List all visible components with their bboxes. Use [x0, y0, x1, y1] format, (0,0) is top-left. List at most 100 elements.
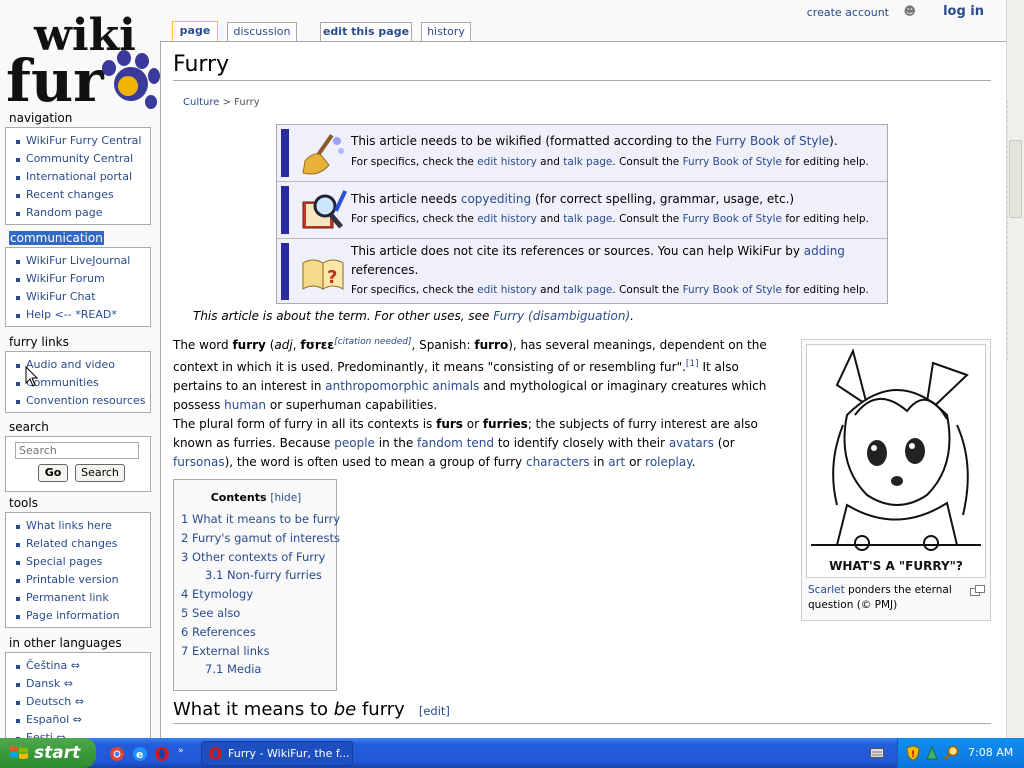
sidebar-item-lang-es[interactable]: Español ⇔: [16, 711, 146, 729]
svg-text:»: »: [178, 746, 184, 756]
sidebar-item-convention-resources[interactable]: Convention resources: [16, 392, 146, 410]
notice-bar: [281, 243, 289, 300]
roleplay-link[interactable]: roleplay: [645, 455, 691, 469]
enlarge-icon[interactable]: [970, 585, 985, 596]
fursonas-link[interactable]: fursonas: [173, 455, 225, 469]
toc-hide-link[interactable]: [hide]: [270, 492, 301, 504]
edit-history-link[interactable]: edit history: [477, 156, 537, 168]
avatars-link[interactable]: avatars: [669, 436, 714, 450]
portlet-tools: tools What links here Related changes Sp…: [5, 495, 151, 628]
sidebar-item-lang-da[interactable]: Dansk ⇔: [16, 675, 146, 693]
svg-text:!: !: [911, 750, 915, 760]
talk-page-link[interactable]: talk page: [563, 213, 612, 225]
sidebar-item-wikifur-furry-central[interactable]: WikiFur Furry Central: [16, 132, 146, 150]
toc-item[interactable]: 2 Furry's gamut of interests: [181, 531, 340, 545]
sidebar-item-related-changes[interactable]: Related changes: [16, 535, 146, 553]
network-icon[interactable]: [925, 745, 939, 761]
portlet-tools-title: tools: [9, 496, 38, 510]
go-button[interactable]: Go: [38, 464, 68, 482]
sidebar-item-permanent-link[interactable]: Permanent link: [16, 589, 146, 607]
tab-discussion[interactable]: discussion: [227, 22, 297, 42]
search-button[interactable]: Search: [75, 464, 125, 482]
internet-explorer-icon[interactable]: e: [133, 747, 147, 761]
sidebar-item-special-pages[interactable]: Special pages: [16, 553, 146, 571]
tend-link[interactable]: tend: [467, 436, 494, 450]
vertical-scrollbar[interactable]: [1006, 0, 1024, 738]
talk-page-link[interactable]: talk page: [563, 156, 612, 168]
title-divider: [173, 80, 991, 81]
book-of-style-link[interactable]: Furry Book of Style: [683, 156, 782, 168]
sidebar-item-wikifur-livejournal[interactable]: WikiFur LiveJournal: [16, 252, 146, 270]
chevron-icon[interactable]: »: [178, 746, 184, 756]
sidebar-item-wikifur-forum[interactable]: WikiFur Forum: [16, 270, 146, 288]
scarlet-link[interactable]: Scarlet: [808, 584, 845, 596]
start-button[interactable]: start: [0, 738, 96, 768]
breadcrumb-current: Furry: [234, 97, 260, 108]
magnifier-book-icon: [302, 190, 347, 229]
toc-item[interactable]: 5 See also: [181, 606, 240, 620]
people-link[interactable]: people: [334, 436, 375, 450]
create-account-link[interactable]: create account: [807, 6, 889, 19]
disambiguation-link[interactable]: Furry (disambiguation): [493, 309, 630, 323]
log-in-link[interactable]: log in: [943, 4, 984, 19]
mouse-cursor-icon: [25, 366, 39, 387]
toc-item[interactable]: 4 Etymology: [181, 587, 253, 601]
characters-link[interactable]: characters: [526, 455, 590, 469]
toc-item[interactable]: 3.1 Non-furry furries: [205, 568, 322, 582]
toc-item[interactable]: 7 External links: [181, 644, 270, 658]
tab-edit[interactable]: edit this page: [320, 22, 412, 42]
anthropomorphic-animals-link[interactable]: anthropomorphic animals: [325, 379, 479, 393]
sidebar-item-community-central[interactable]: Community Central: [16, 150, 146, 168]
section-edit-link[interactable]: [edit]: [419, 704, 450, 718]
sidebar-item-what-links-here[interactable]: What links here: [16, 517, 146, 535]
sidebar-item-international-portal[interactable]: International portal: [16, 168, 146, 186]
wikifur-logo[interactable]: wiki fur: [4, 6, 162, 115]
toc-item[interactable]: 1 What it means to be furry: [181, 512, 340, 526]
taskbar-window-button[interactable]: Furry - WikiFur, the f...: [201, 741, 353, 766]
sidebar-item-recent-changes[interactable]: Recent changes: [16, 186, 146, 204]
fandom-link[interactable]: fandom: [417, 436, 463, 450]
copyediting-link[interactable]: copyediting: [461, 192, 531, 206]
sidebar-item-lang-et[interactable]: Eesti ⇔: [16, 729, 146, 738]
sidebar-item-page-information[interactable]: Page information: [16, 607, 146, 625]
breadcrumb: Culture > Furry: [183, 97, 260, 108]
toc-item[interactable]: 7.1 Media: [205, 662, 261, 676]
book-of-style-link[interactable]: Furry Book of Style: [683, 213, 782, 225]
book-of-style-link[interactable]: Furry Book of Style: [683, 284, 782, 296]
sidebar-item-lang-de[interactable]: Deutsch ⇔: [16, 693, 146, 711]
opera-icon[interactable]: [155, 747, 169, 761]
human-link[interactable]: human: [224, 398, 266, 412]
svg-text:e: e: [136, 748, 143, 761]
edit-history-link[interactable]: edit history: [477, 213, 537, 225]
notice-subtext: For specifics, check the: [351, 213, 478, 225]
search-input[interactable]: [15, 442, 139, 459]
thumbnail-box: WHAT'S A "FURRY"? Scarlet ponders the et…: [801, 339, 991, 621]
adding-link[interactable]: adding: [804, 244, 845, 258]
chrome-icon[interactable]: [110, 747, 124, 761]
book-of-style-link[interactable]: Furry Book of Style: [716, 134, 830, 148]
intro-paragraph: The word furry (adj, fʊrɛɛ[citation need…: [173, 337, 767, 412]
sidebar-item-wikifur-chat[interactable]: WikiFur Chat: [16, 288, 146, 306]
page-title: Furry: [173, 52, 230, 77]
toc-item[interactable]: 6 References: [181, 625, 256, 639]
sidebar-item-help[interactable]: Help <-- *READ*: [16, 306, 146, 324]
keyboard-icon[interactable]: [870, 747, 884, 759]
sidebar-item-lang-cs[interactable]: Čeština ⇔: [16, 657, 146, 675]
toc-item[interactable]: 3 Other contexts of Furry: [181, 550, 325, 564]
art-link[interactable]: art: [608, 455, 625, 469]
reference-1-link[interactable]: [1]: [686, 359, 699, 369]
scarlet-illustration[interactable]: WHAT'S A "FURRY"?: [806, 344, 986, 578]
breadcrumb-culture-link[interactable]: Culture: [183, 97, 219, 108]
sidebar-item-random-page[interactable]: Random page: [16, 204, 146, 222]
citation-needed-link[interactable]: [citation needed]: [334, 337, 411, 347]
browser-page: wiki fur create account ☻ log in page di…: [0, 0, 1006, 738]
security-shield-icon[interactable]: !: [906, 745, 920, 761]
tab-page[interactable]: page: [172, 21, 218, 43]
clock[interactable]: 7:08 AM: [968, 746, 1013, 759]
search-icon[interactable]: [944, 745, 959, 761]
scrollbar-thumb[interactable]: [1009, 140, 1022, 218]
sidebar-item-printable-version[interactable]: Printable version: [16, 571, 146, 589]
tab-history[interactable]: history: [421, 22, 471, 42]
talk-page-link[interactable]: talk page: [563, 284, 612, 296]
edit-history-link[interactable]: edit history: [477, 284, 537, 296]
